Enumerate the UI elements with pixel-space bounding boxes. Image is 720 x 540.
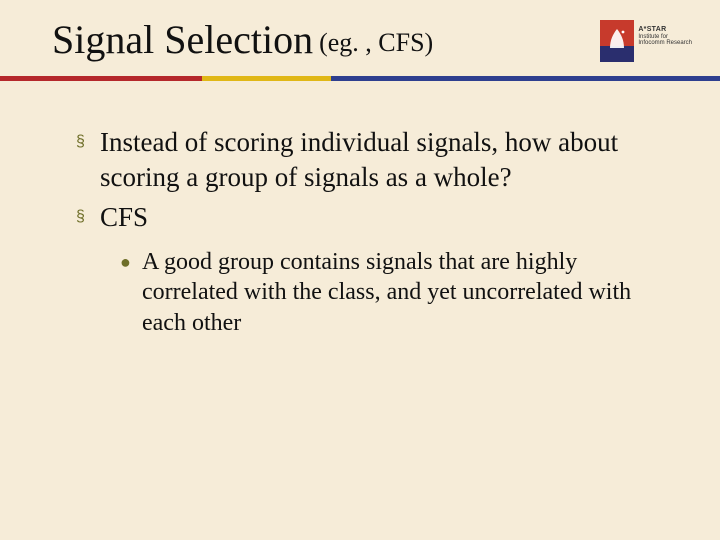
logo-line3: Infocomm Research (638, 40, 692, 47)
divider-segment-red (0, 76, 202, 81)
slide: Signal Selection (eg. , CFS) A*STAR Inst… (0, 0, 720, 540)
bullet-level2: ● A good group contains signals that are… (120, 247, 658, 339)
title-row: Signal Selection (eg. , CFS) A*STAR Inst… (0, 18, 720, 62)
divider-segment-yellow (202, 76, 332, 81)
bullet-marker-icon: § (76, 200, 90, 234)
slide-subtitle: (eg. , CFS) (319, 28, 433, 62)
bullet-text: Instead of scoring individual signals, h… (100, 125, 658, 194)
sub-bullet-marker-icon: ● (120, 247, 132, 277)
bullet-marker-icon: § (76, 125, 90, 159)
bullet-level1: § Instead of scoring individual signals,… (76, 125, 658, 194)
logo-text: A*STAR Institute for Infocomm Research (638, 20, 692, 47)
bullet-level1: § CFS (76, 200, 658, 235)
bullet-text: CFS (100, 200, 148, 235)
sub-list: ● A good group contains signals that are… (76, 241, 658, 339)
logo-line2: Institute for (638, 34, 692, 41)
astar-logo-icon (600, 20, 634, 62)
title-divider (0, 76, 720, 81)
logo-line1: A*STAR (638, 26, 692, 34)
sub-bullet-text: A good group contains signals that are h… (142, 247, 658, 339)
slide-title: Signal Selection (52, 18, 313, 62)
logo: A*STAR Institute for Infocomm Research (600, 18, 692, 62)
divider-segment-blue (331, 76, 720, 81)
content-area: § Instead of scoring individual signals,… (0, 81, 720, 339)
